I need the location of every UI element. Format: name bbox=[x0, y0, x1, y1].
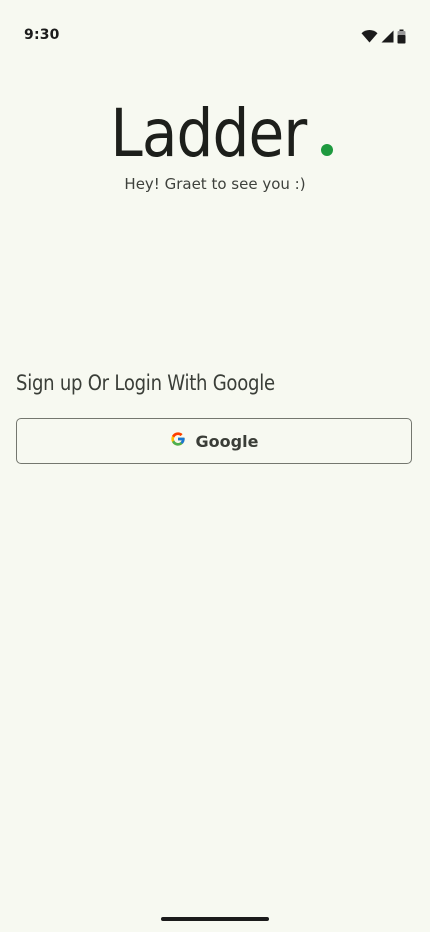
home-indicator[interactable] bbox=[161, 917, 269, 921]
google-button-label: Google bbox=[195, 431, 259, 451]
app-title: Ladder bbox=[110, 95, 307, 172]
status-icons bbox=[361, 29, 406, 44]
login-heading: Sign up Or Login With Google bbox=[16, 371, 275, 395]
brand-logo: Ladder bbox=[0, 96, 430, 172]
wifi-icon bbox=[361, 30, 378, 43]
cellular-signal-icon bbox=[381, 30, 394, 43]
status-bar: 9:30 bbox=[0, 0, 430, 56]
google-g-icon bbox=[170, 431, 186, 451]
status-time: 9:30 bbox=[24, 27, 60, 43]
battery-icon bbox=[397, 29, 406, 44]
google-login-button[interactable]: Google bbox=[16, 418, 412, 464]
brand-accent-dot bbox=[320, 144, 333, 156]
welcome-subtitle: Hey! Graet to see you :) bbox=[124, 175, 306, 193]
